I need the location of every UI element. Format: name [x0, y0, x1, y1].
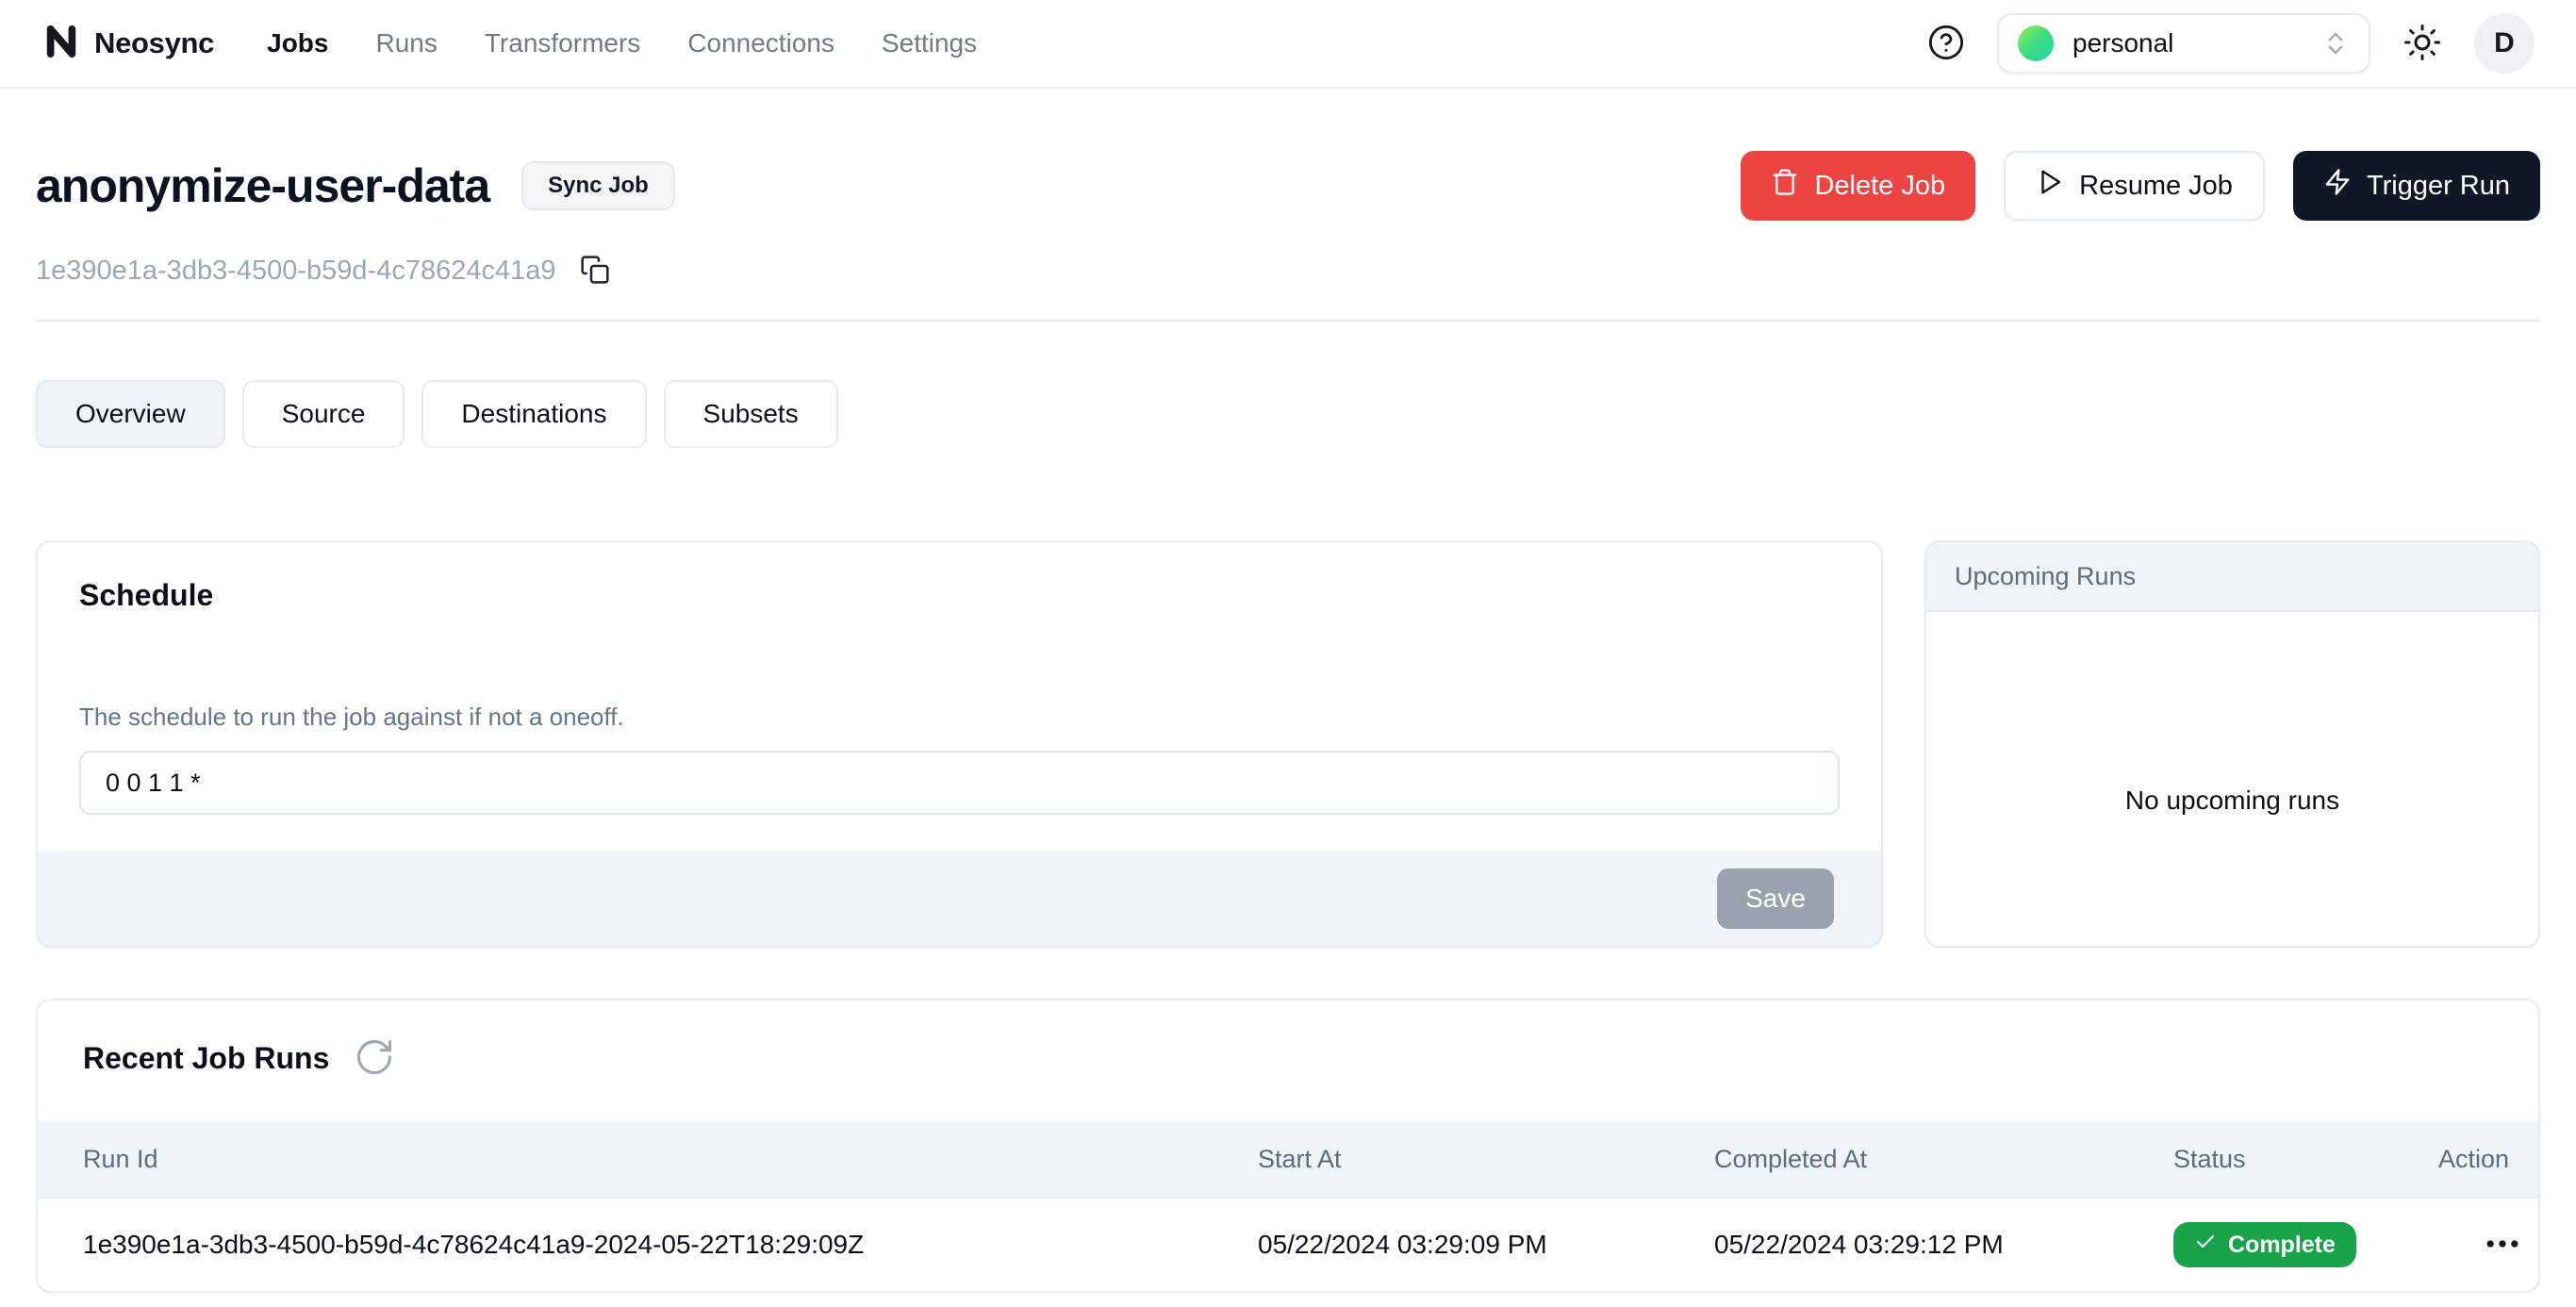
- save-button[interactable]: Save: [1717, 869, 1834, 929]
- job-id-text: 1e390e1a-3db3-4500-b59d-4c78624c41a9: [36, 256, 555, 287]
- help-button[interactable]: [1927, 24, 1965, 64]
- tab-overview[interactable]: Overview: [36, 380, 225, 448]
- user-avatar[interactable]: D: [2474, 13, 2535, 74]
- help-icon: [1927, 24, 1965, 64]
- brand-name: Neosync: [94, 26, 214, 60]
- chevrons-up-down-icon: [2321, 29, 2350, 58]
- job-tabs: Overview Source Destinations Subsets: [36, 380, 2540, 448]
- org-label: personal: [2072, 28, 2173, 58]
- trash-icon: [1771, 168, 1799, 204]
- neosync-logo-icon: [41, 22, 81, 66]
- nav-item-settings[interactable]: Settings: [882, 28, 977, 58]
- resume-job-button[interactable]: Resume Job: [2004, 151, 2265, 221]
- runs-table-header: Run Id Start At Completed At Status Acti…: [38, 1121, 2538, 1199]
- schedule-description: The schedule to run the job against if n…: [79, 703, 1840, 732]
- delete-job-button[interactable]: Delete Job: [1741, 151, 1975, 221]
- cron-schedule-input[interactable]: [79, 751, 1840, 815]
- upcoming-runs-card: Upcoming Runs No upcoming runs: [1924, 540, 2540, 948]
- org-avatar: [2018, 25, 2054, 61]
- upcoming-runs-header: Upcoming Runs: [1926, 542, 2538, 612]
- job-type-badge: Sync Job: [521, 161, 675, 210]
- col-header-action: Action: [2393, 1145, 2538, 1174]
- status-cell: Complete: [2128, 1222, 2393, 1267]
- account-switcher[interactable]: personal: [1997, 13, 2370, 74]
- nav-item-transformers[interactable]: Transformers: [485, 28, 640, 58]
- col-header-completed-at: Completed At: [1669, 1145, 2128, 1174]
- run-id-cell: 1e390e1a-3db3-4500-b59d-4c78624c41a9-202…: [38, 1230, 1213, 1260]
- refresh-icon: [354, 1036, 395, 1081]
- nav-item-connections[interactable]: Connections: [687, 28, 834, 58]
- col-header-start-at: Start At: [1213, 1145, 1669, 1174]
- tab-source[interactable]: Source: [242, 380, 405, 448]
- recent-job-runs-title: Recent Job Runs: [83, 1041, 329, 1076]
- page-content: anonymize-user-data Sync Job Delete Job: [0, 151, 2576, 1293]
- copy-icon: [580, 255, 610, 288]
- page-title: anonymize-user-data: [36, 158, 489, 213]
- completed-at-cell: 05/22/2024 03:29:12 PM: [1669, 1230, 2128, 1260]
- brand[interactable]: Neosync: [41, 22, 214, 66]
- row-actions-button[interactable]: [2482, 1223, 2523, 1267]
- action-cell: [2393, 1223, 2538, 1267]
- play-icon: [2036, 168, 2064, 204]
- runs-table: Run Id Start At Completed At Status Acti…: [38, 1121, 2538, 1291]
- copy-job-id-button[interactable]: [580, 255, 610, 288]
- nav-item-jobs[interactable]: Jobs: [267, 28, 328, 58]
- recent-job-runs-card: Recent Job Runs Run Id Start At Complete…: [36, 999, 2540, 1293]
- status-badge: Complete: [2173, 1222, 2356, 1267]
- top-nav: Neosync Jobs Runs Transformers Connectio…: [0, 0, 2576, 89]
- col-header-run-id: Run Id: [38, 1145, 1213, 1174]
- ellipsis-icon: [2482, 1223, 2523, 1267]
- schedule-title: Schedule: [79, 578, 1840, 613]
- nav-item-runs[interactable]: Runs: [375, 28, 437, 58]
- sun-icon: [2403, 23, 2442, 65]
- theme-toggle-button[interactable]: [2403, 23, 2442, 65]
- table-row: 1e390e1a-3db3-4500-b59d-4c78624c41a9-202…: [38, 1199, 2538, 1291]
- tab-subsets[interactable]: Subsets: [664, 380, 838, 448]
- header-divider: [36, 320, 2540, 322]
- trigger-run-button[interactable]: Trigger Run: [2293, 151, 2540, 221]
- lightning-icon: [2323, 168, 2352, 204]
- col-header-status: Status: [2128, 1145, 2393, 1174]
- upcoming-runs-empty-text: No upcoming runs: [1926, 612, 2538, 946]
- refresh-runs-button[interactable]: [354, 1036, 395, 1081]
- main-nav: Jobs Runs Transformers Connections Setti…: [267, 28, 977, 58]
- schedule-card: Schedule The schedule to run the job aga…: [36, 540, 1883, 948]
- schedule-card-footer: Save: [38, 851, 1881, 946]
- start-at-cell: 05/22/2024 03:29:09 PM: [1213, 1230, 1669, 1260]
- tab-destinations[interactable]: Destinations: [421, 380, 646, 448]
- check-icon: [2194, 1231, 2217, 1260]
